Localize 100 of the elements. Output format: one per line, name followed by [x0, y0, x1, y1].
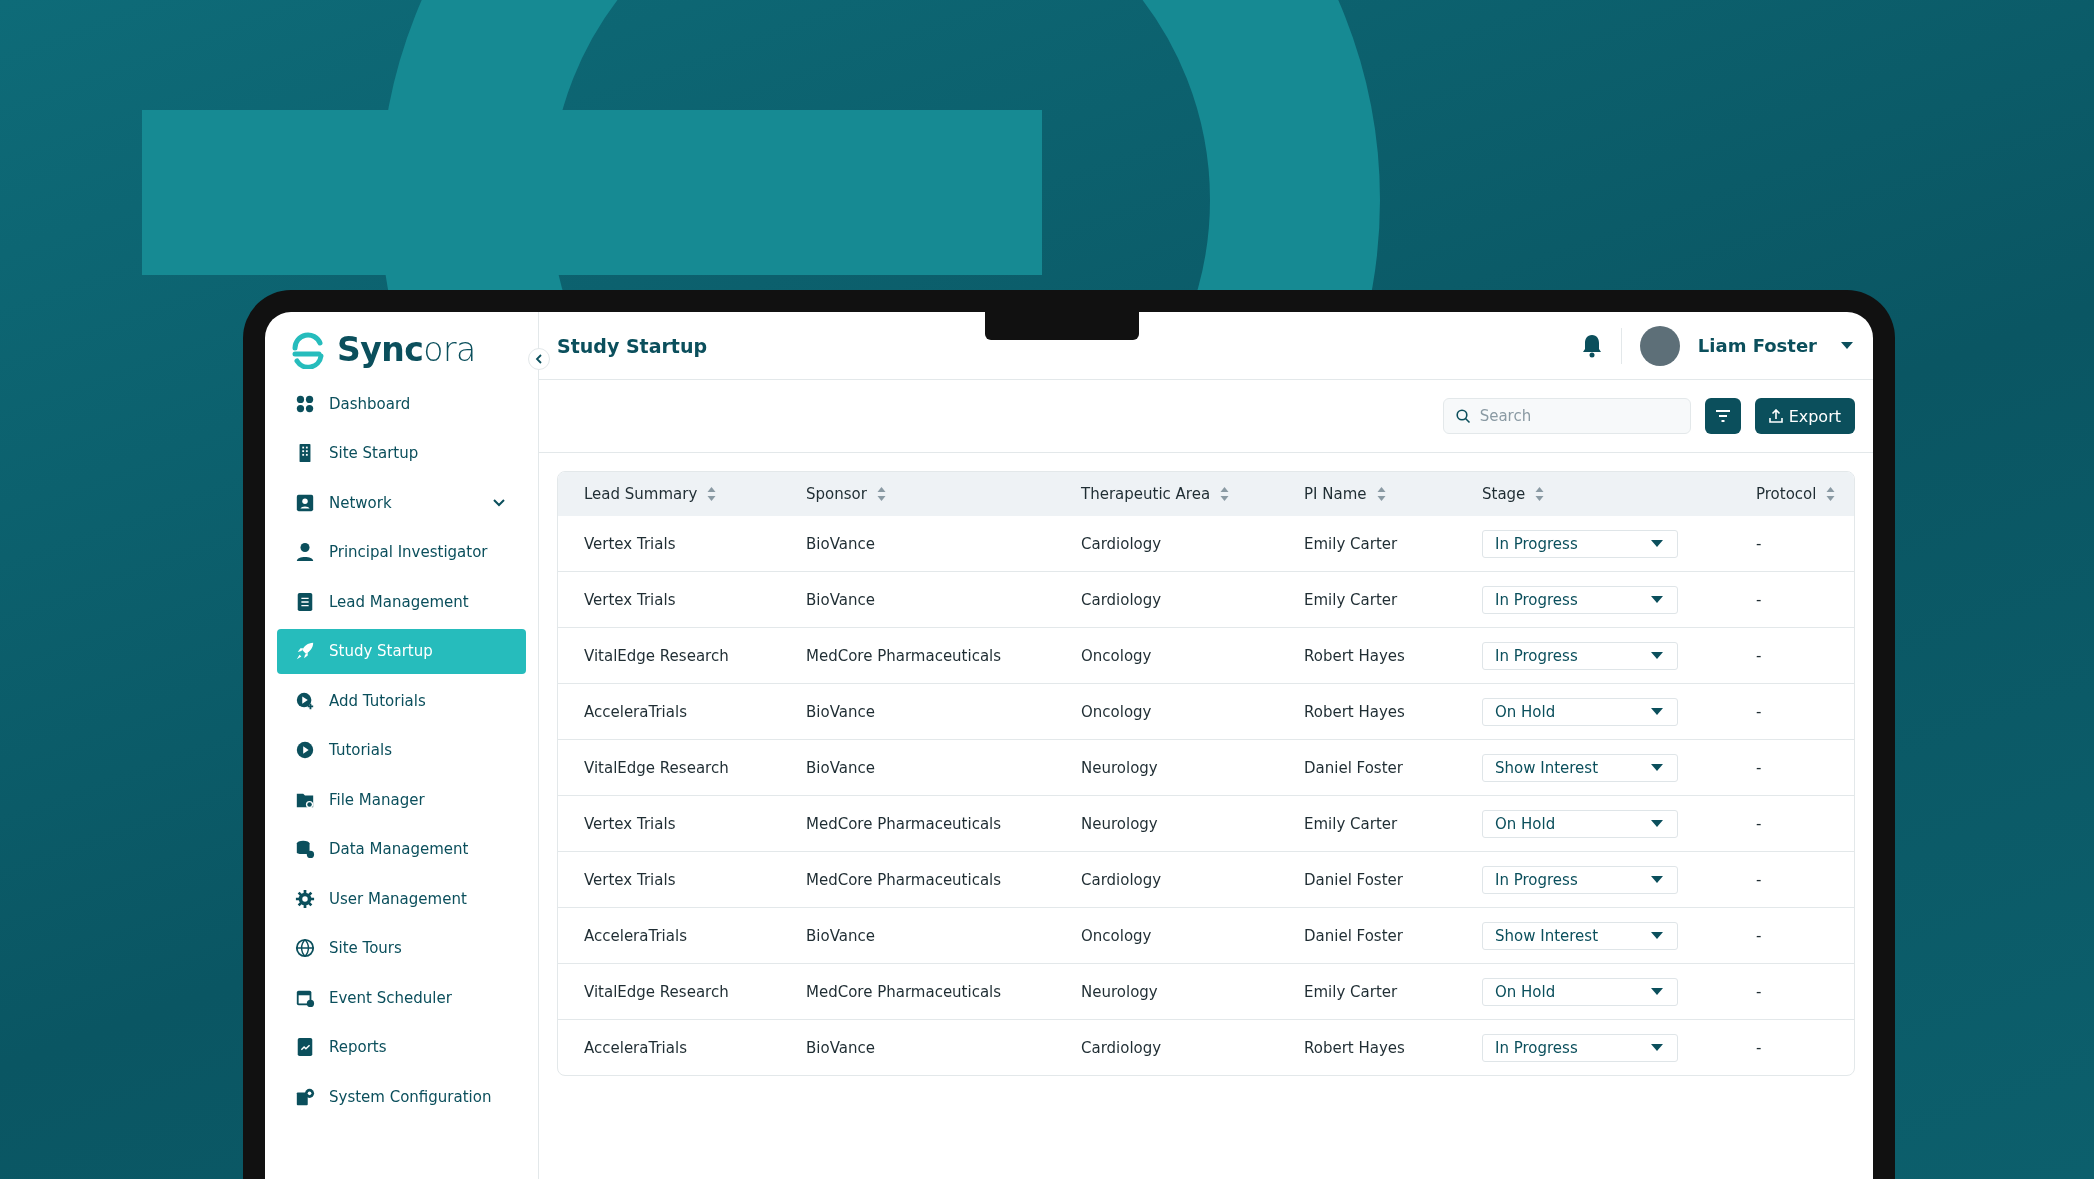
column-header: Lead Summary	[584, 485, 698, 503]
table-cell: Oncology	[1081, 926, 1152, 945]
table-cell: AcceleraTrials	[584, 926, 687, 945]
table-cell: Daniel Foster	[1304, 926, 1403, 945]
chevron-down-icon[interactable]	[492, 497, 506, 508]
table-cell: Robert Hayes	[1304, 702, 1405, 721]
sidebar-item[interactable]: Site Tours	[277, 925, 526, 971]
table-cell: BioVance	[806, 1038, 875, 1057]
chevron-left-icon	[535, 354, 543, 364]
table-cell: Robert Hayes	[1304, 1038, 1405, 1057]
sort-icon[interactable]	[1376, 486, 1386, 502]
stage-dropdown[interactable]: On Hold	[1482, 697, 1678, 726]
table-cell: Robert Hayes	[1304, 646, 1405, 665]
sidebar-item[interactable]: Principal Investigator	[277, 529, 526, 575]
sort-icon[interactable]	[707, 486, 717, 502]
stage-dropdown[interactable]: In Progress	[1482, 585, 1678, 614]
caret-down-icon	[1651, 539, 1663, 548]
table-cell: -	[1756, 702, 1762, 721]
table-cell: Neurology	[1081, 758, 1158, 777]
sidebar-item[interactable]: Tutorials	[277, 727, 526, 773]
table-cell: AcceleraTrials	[584, 702, 687, 721]
sort-icon[interactable]	[1826, 486, 1836, 502]
table-cell: VitalEdge Research	[584, 982, 729, 1001]
table-cell: -	[1756, 646, 1762, 665]
table-cell: Oncology	[1081, 646, 1152, 665]
table-cell: Vertex Trials	[584, 814, 676, 833]
gear-icon	[295, 888, 315, 909]
sidebar-item[interactable]: Add Tutorials	[277, 678, 526, 723]
sort-icon[interactable]	[1220, 486, 1230, 502]
stage-dropdown[interactable]: On Hold	[1482, 809, 1678, 838]
table-cell: -	[1756, 982, 1762, 1001]
caret-down-icon[interactable]	[1841, 342, 1853, 349]
export-button[interactable]: Export	[1754, 398, 1855, 434]
table-cell: BioVance	[806, 758, 875, 777]
table-cell: Vertex Trials	[584, 870, 676, 889]
sort-icon[interactable]	[1535, 486, 1545, 502]
caret-down-icon	[1651, 651, 1663, 660]
table-cell: Cardiology	[1081, 870, 1162, 889]
stage-dropdown[interactable]: In Progress	[1482, 865, 1678, 894]
table-cell: -	[1756, 1038, 1762, 1057]
stage-dropdown[interactable]: In Progress	[1482, 529, 1678, 558]
play-icon	[295, 740, 315, 760]
collapse-sidebar-button[interactable]	[528, 348, 550, 370]
table-cell: MedCore Pharmaceuticals	[806, 982, 1002, 1001]
sidebar-item[interactable]: Event Scheduler	[277, 975, 526, 1020]
table-cell: BioVance	[806, 926, 875, 945]
table-cell: Emily Carter	[1304, 982, 1398, 1001]
table-cell: -	[1756, 758, 1762, 777]
page-title: Study Startup	[557, 334, 708, 357]
stage-dropdown[interactable]: On Hold	[1482, 977, 1678, 1006]
brand-logo-text: Syncora	[337, 330, 476, 369]
database-icon	[295, 839, 315, 859]
column-header: Stage	[1482, 485, 1526, 503]
table-cell: -	[1756, 590, 1762, 609]
caret-down-icon	[1651, 931, 1663, 940]
table-cell: -	[1756, 534, 1762, 553]
globe-icon	[295, 938, 315, 958]
dots-grid-icon	[295, 393, 315, 414]
table-cell: Emily Carter	[1304, 814, 1398, 833]
sidebar-item[interactable]: Dashboard	[277, 381, 526, 426]
stage-dropdown[interactable]: Show Interest	[1482, 921, 1678, 950]
table-cell: BioVance	[806, 590, 875, 609]
sidebar-item[interactable]: Reports	[277, 1024, 526, 1070]
stage-dropdown[interactable]: In Progress	[1482, 641, 1678, 670]
sidebar-item[interactable]: Network	[277, 480, 526, 525]
contact-card-icon	[295, 492, 315, 513]
table-cell: BioVance	[806, 534, 875, 553]
caret-down-icon	[1651, 987, 1663, 996]
sort-icon[interactable]	[876, 486, 886, 502]
table-cell: -	[1756, 870, 1762, 889]
filter-button[interactable]	[1704, 398, 1741, 434]
stage-dropdown[interactable]: In Progress	[1482, 1033, 1678, 1062]
sidebar-item[interactable]: User Management	[277, 876, 526, 921]
sidebar-item[interactable]: Data Management	[277, 826, 526, 872]
sidebar-item[interactable]: System Configuration	[277, 1074, 526, 1119]
sidebar-item[interactable]: Site Startup	[277, 430, 526, 476]
table-cell: VitalEdge Research	[584, 646, 729, 665]
table-cell: Daniel Foster	[1304, 758, 1403, 777]
caret-down-icon	[1651, 1043, 1663, 1052]
caret-down-icon	[1651, 595, 1663, 604]
bell-icon[interactable]	[1580, 333, 1603, 358]
table-cell: -	[1756, 926, 1762, 945]
report-icon	[295, 1037, 315, 1057]
search-field[interactable]: Search	[1442, 398, 1691, 434]
column-header: Sponsor	[806, 485, 867, 503]
sidebar-item[interactable]: File Manager	[277, 777, 526, 822]
table-cell: -	[1756, 814, 1762, 833]
stage-dropdown[interactable]: Show Interest	[1482, 753, 1678, 782]
avatar[interactable]	[1639, 325, 1680, 366]
building-gear-icon	[295, 1086, 315, 1107]
table-cell: BioVance	[806, 702, 875, 721]
sidebar-item[interactable]: Lead Management	[277, 579, 526, 624]
caret-down-icon	[1651, 875, 1663, 884]
column-header: Protocol	[1756, 485, 1817, 503]
table-cell: Daniel Foster	[1304, 870, 1403, 889]
table-cell: MedCore Pharmaceuticals	[806, 870, 1002, 889]
table-cell: Cardiology	[1081, 534, 1162, 553]
user-name[interactable]: Liam Foster	[1697, 335, 1817, 356]
document-icon	[295, 591, 315, 612]
table-cell: VitalEdge Research	[584, 758, 729, 777]
